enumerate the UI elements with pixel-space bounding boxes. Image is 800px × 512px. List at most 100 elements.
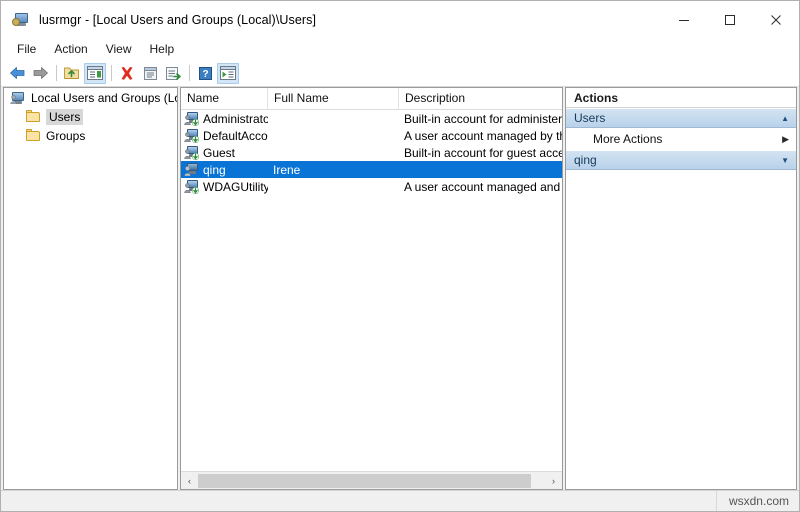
scrollbar-thumb[interactable] (198, 473, 532, 488)
menu-help[interactable]: Help (141, 40, 184, 59)
person-glyph-icon (184, 166, 191, 176)
chevron-up-icon[interactable]: ▲ (781, 114, 789, 123)
person-glyph-icon (184, 149, 191, 159)
scroll-right-arrow-icon[interactable]: › (545, 473, 562, 489)
tree-node-label: Groups (46, 128, 86, 143)
close-button[interactable] (753, 1, 799, 39)
folder-icon (25, 128, 41, 143)
watermark-text: wsxdn.com (728, 494, 789, 508)
action-item-label: More Actions (593, 132, 663, 146)
actions-pane: Actions Users ▲ More Actions ▶ qing ▼ (565, 87, 797, 490)
help-button[interactable]: ? (194, 63, 216, 84)
cell-description: A user account managed and use (404, 179, 562, 194)
actions-group-label: Users (574, 111, 606, 125)
up-one-level-button[interactable] (61, 63, 83, 84)
window-controls (661, 1, 799, 39)
person-glyph-icon (184, 115, 191, 125)
computer-icon (10, 90, 26, 105)
cell-description: A user account managed by the s (404, 128, 562, 143)
disabled-badge-icon (192, 119, 199, 126)
close-icon (771, 15, 781, 25)
maximize-button[interactable] (707, 1, 753, 39)
properties-button[interactable] (139, 63, 161, 84)
user-account-disabled-icon (184, 145, 200, 160)
actions-pane-title: Actions (566, 88, 796, 108)
cell-full-name: Irene (273, 162, 301, 177)
table-row-selected[interactable]: qing Irene (181, 161, 562, 178)
column-header-name[interactable]: Name (181, 88, 268, 109)
console-tree-pane: Local Users and Groups (Local) Users Gro… (3, 87, 178, 490)
forward-icon (33, 67, 48, 79)
up-one-level-icon (64, 67, 79, 79)
table-row[interactable]: Guest Built-in account for guest access (181, 144, 562, 161)
forward-button[interactable] (29, 63, 51, 84)
window-title: lusrmgr - [Local Users and Groups (Local… (39, 13, 317, 27)
toolbar-separator-3 (189, 65, 190, 81)
toolbar-separator-1 (56, 65, 57, 81)
minimize-button[interactable] (661, 1, 707, 39)
show-hide-action-pane-button[interactable] (217, 62, 239, 84)
cell-name: WDAGUtility... (181, 179, 268, 194)
user-account-icon (184, 162, 200, 177)
disabled-badge-icon (192, 187, 199, 194)
menu-file[interactable]: File (8, 40, 45, 59)
export-list-button[interactable] (162, 63, 184, 84)
maximize-icon (725, 15, 735, 25)
toolbar: ? (1, 60, 799, 87)
users-list-rows: Administrator Built-in account for admin… (181, 110, 562, 471)
actions-group-users-header[interactable]: Users ▲ (566, 108, 796, 128)
delete-icon (121, 66, 133, 80)
help-icon: ? (198, 66, 212, 80)
toolbar-separator-2 (111, 65, 112, 81)
tree-node-users[interactable]: Users (4, 107, 177, 126)
lusrmgr-window: lusrmgr - [Local Users and Groups (Local… (0, 0, 800, 512)
disabled-badge-icon (192, 136, 199, 143)
show-hide-console-tree-button[interactable] (84, 62, 106, 84)
table-row[interactable]: Administrator Built-in account for admin… (181, 110, 562, 127)
back-button[interactable] (6, 63, 28, 84)
users-list-pane: Name Full Name Description Administrator… (180, 87, 563, 490)
column-header-full-name[interactable]: Full Name (268, 88, 399, 109)
chevron-down-icon[interactable]: ▼ (781, 156, 789, 165)
cell-name-text: qing (203, 162, 226, 177)
submenu-arrow-icon: ▶ (782, 133, 789, 144)
scroll-left-arrow-icon[interactable]: ‹ (181, 473, 198, 489)
show-hide-console-tree-icon (87, 66, 103, 80)
export-list-icon (165, 66, 181, 80)
title-bar: lusrmgr - [Local Users and Groups (Local… (1, 1, 799, 39)
back-icon (9, 67, 24, 79)
properties-icon (143, 66, 157, 80)
person-glyph-icon (10, 95, 17, 104)
minimize-icon (679, 20, 689, 21)
cell-description: Built-in account for guest access (404, 145, 562, 160)
user-account-disabled-icon (184, 111, 200, 126)
user-account-disabled-icon (184, 179, 200, 194)
cell-name: DefaultAcco... (181, 128, 268, 143)
horizontal-scrollbar[interactable]: ‹ › (181, 471, 562, 489)
console-body: Local Users and Groups (Local) Users Gro… (1, 87, 799, 490)
scrollbar-track[interactable] (198, 472, 545, 489)
svg-text:?: ? (202, 69, 208, 80)
tree-node-groups[interactable]: Groups (4, 126, 177, 145)
list-column-headers: Name Full Name Description (181, 88, 562, 110)
cell-name-text: WDAGUtility... (203, 179, 268, 194)
delete-button[interactable] (116, 63, 138, 84)
tree-node-label: Local Users and Groups (Local) (31, 90, 177, 105)
person-glyph-icon (184, 183, 191, 193)
column-header-description[interactable]: Description (399, 88, 562, 109)
actions-group-qing-header[interactable]: qing ▼ (566, 150, 796, 170)
status-bar-cell (1, 491, 717, 511)
action-item-more-actions[interactable]: More Actions ▶ (566, 128, 796, 150)
menu-view[interactable]: View (97, 40, 141, 59)
table-row[interactable]: WDAGUtility... A user account managed an… (181, 178, 562, 195)
show-hide-action-pane-icon (220, 66, 236, 80)
status-bar: wsxdn.com (1, 490, 799, 511)
cell-name-text: DefaultAcco... (203, 128, 268, 143)
disabled-badge-icon (192, 153, 199, 160)
tree-node-label: Users (46, 108, 84, 125)
menu-action[interactable]: Action (45, 40, 96, 59)
cell-name-text: Guest (203, 145, 236, 160)
table-row[interactable]: DefaultAcco... A user account managed by… (181, 127, 562, 144)
cell-name-text: Administrator (203, 111, 268, 126)
tree-node-local-users-and-groups[interactable]: Local Users and Groups (Local) (4, 88, 177, 107)
